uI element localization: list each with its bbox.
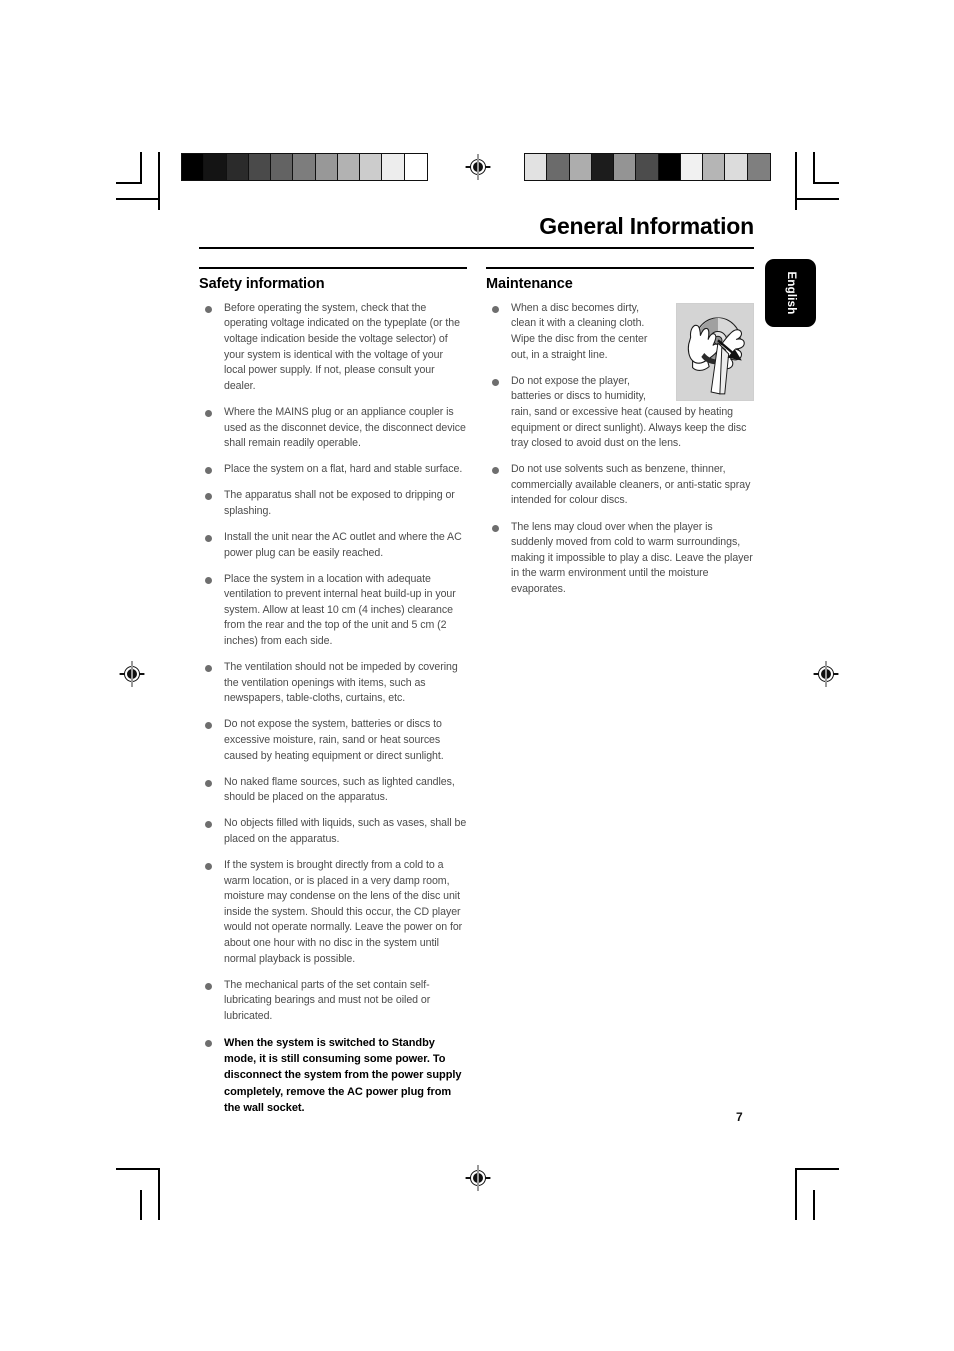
calibration-swatch — [404, 154, 427, 180]
column-safety-information: Safety information Before operating the … — [199, 267, 467, 1126]
calibration-swatch — [204, 154, 227, 180]
calibration-swatch — [547, 154, 570, 180]
list-item: Place the system on a flat, hard and sta… — [199, 462, 467, 478]
calibration-swatch — [271, 154, 294, 180]
calibration-swatch — [614, 154, 637, 180]
list-item: The apparatus shall not be exposed to dr… — [199, 488, 467, 519]
page-number: 7 — [736, 1110, 743, 1124]
calibration-swatch — [525, 154, 548, 180]
calibration-swatch — [703, 154, 726, 180]
registration-target-left-middle — [119, 661, 145, 687]
calibration-swatch — [315, 154, 338, 180]
list-item: Do not expose the system, batteries or d… — [199, 717, 467, 764]
crop-mark-top-right-vertical — [795, 152, 797, 210]
list-item: Do not use solvents such as benzene, thi… — [486, 462, 754, 509]
crop-mark-top-left-horizontal — [116, 182, 142, 184]
section-heading-safety: Safety information — [199, 275, 325, 292]
calibration-swatch — [337, 154, 361, 180]
calibration-swatch — [182, 154, 205, 180]
list-item: No objects filled with liquids, such as … — [199, 816, 467, 847]
list-item: The mechanical parts of the set contain … — [199, 978, 467, 1025]
section-divider-safety — [199, 267, 467, 269]
two-column-layout: Safety information Before operating the … — [199, 267, 754, 1126]
crop-mark-bottom-left-inner-vertical — [140, 1190, 142, 1220]
calibration-swatch — [747, 154, 770, 180]
list-item: Place the system in a location with adeq… — [199, 572, 467, 650]
calibration-swatch — [382, 154, 405, 180]
calibration-swatch — [293, 154, 316, 180]
registration-target-right-middle — [813, 661, 839, 687]
crop-mark-top-right-outer-horizontal — [795, 198, 839, 200]
scanned-manual-page: English General Information Safety infor… — [0, 0, 954, 1351]
grayscale-calibration-strip-right — [524, 153, 771, 181]
page-title: General Information — [539, 213, 754, 239]
crop-mark-bottom-right-vertical — [795, 1168, 797, 1220]
list-item: Do not expose the player, batteries or d… — [486, 374, 754, 452]
registration-target-top-center — [465, 154, 491, 180]
title-divider — [199, 247, 754, 250]
maintenance-bullet-list: When a disc becomes dirty, clean it with… — [486, 301, 754, 598]
list-item: If the system is brought directly from a… — [199, 858, 467, 967]
calibration-swatch — [591, 154, 615, 180]
language-tab-english: English — [765, 259, 816, 327]
calibration-swatch — [680, 154, 704, 180]
crop-mark-top-left-inner-vertical — [140, 152, 142, 184]
safety-information-bullet-list: Before operating the system, check that … — [199, 301, 467, 1116]
list-item: The ventilation should not be impeded by… — [199, 660, 467, 707]
list-item: Where the MAINS plug or an appliance cou… — [199, 405, 467, 452]
list-item: Before operating the system, check that … — [199, 301, 467, 395]
section-divider-maintenance — [486, 267, 754, 269]
crop-mark-top-right-inner-vertical — [813, 152, 815, 184]
crop-mark-bottom-right-inner-vertical — [813, 1190, 815, 1220]
grayscale-calibration-strip-left — [181, 153, 428, 181]
registration-target-bottom-center — [465, 1165, 491, 1191]
calibration-swatch — [248, 154, 272, 180]
calibration-swatch — [569, 154, 592, 180]
calibration-swatch — [360, 154, 383, 180]
column-maintenance: Maintenance When a disc becomes dirty, c… — [486, 267, 754, 1126]
language-tab-label: English — [784, 271, 797, 315]
calibration-swatch — [636, 154, 659, 180]
calibration-swatch — [226, 154, 249, 180]
calibration-swatch — [725, 154, 748, 180]
section-heading-maintenance: Maintenance — [486, 275, 573, 292]
list-item: When the system is switched to Standby m… — [199, 1035, 467, 1116]
crop-mark-top-left-outer-horizontal — [116, 198, 160, 200]
list-item: When a disc becomes dirty, clean it with… — [486, 301, 754, 363]
crop-mark-bottom-right-horizontal — [795, 1168, 839, 1170]
list-item: The lens may cloud over when the player … — [486, 520, 754, 598]
crop-mark-top-right-horizontal — [813, 182, 839, 184]
list-item: No naked flame sources, such as lighted … — [199, 775, 467, 806]
page-content: General Information Safety information B… — [199, 213, 754, 1127]
crop-mark-bottom-left-vertical — [158, 1168, 160, 1220]
list-item: Install the unit near the AC outlet and … — [199, 530, 467, 561]
crop-mark-bottom-left-horizontal — [116, 1168, 160, 1170]
calibration-swatch — [658, 154, 681, 180]
crop-mark-top-left-vertical — [158, 152, 160, 210]
